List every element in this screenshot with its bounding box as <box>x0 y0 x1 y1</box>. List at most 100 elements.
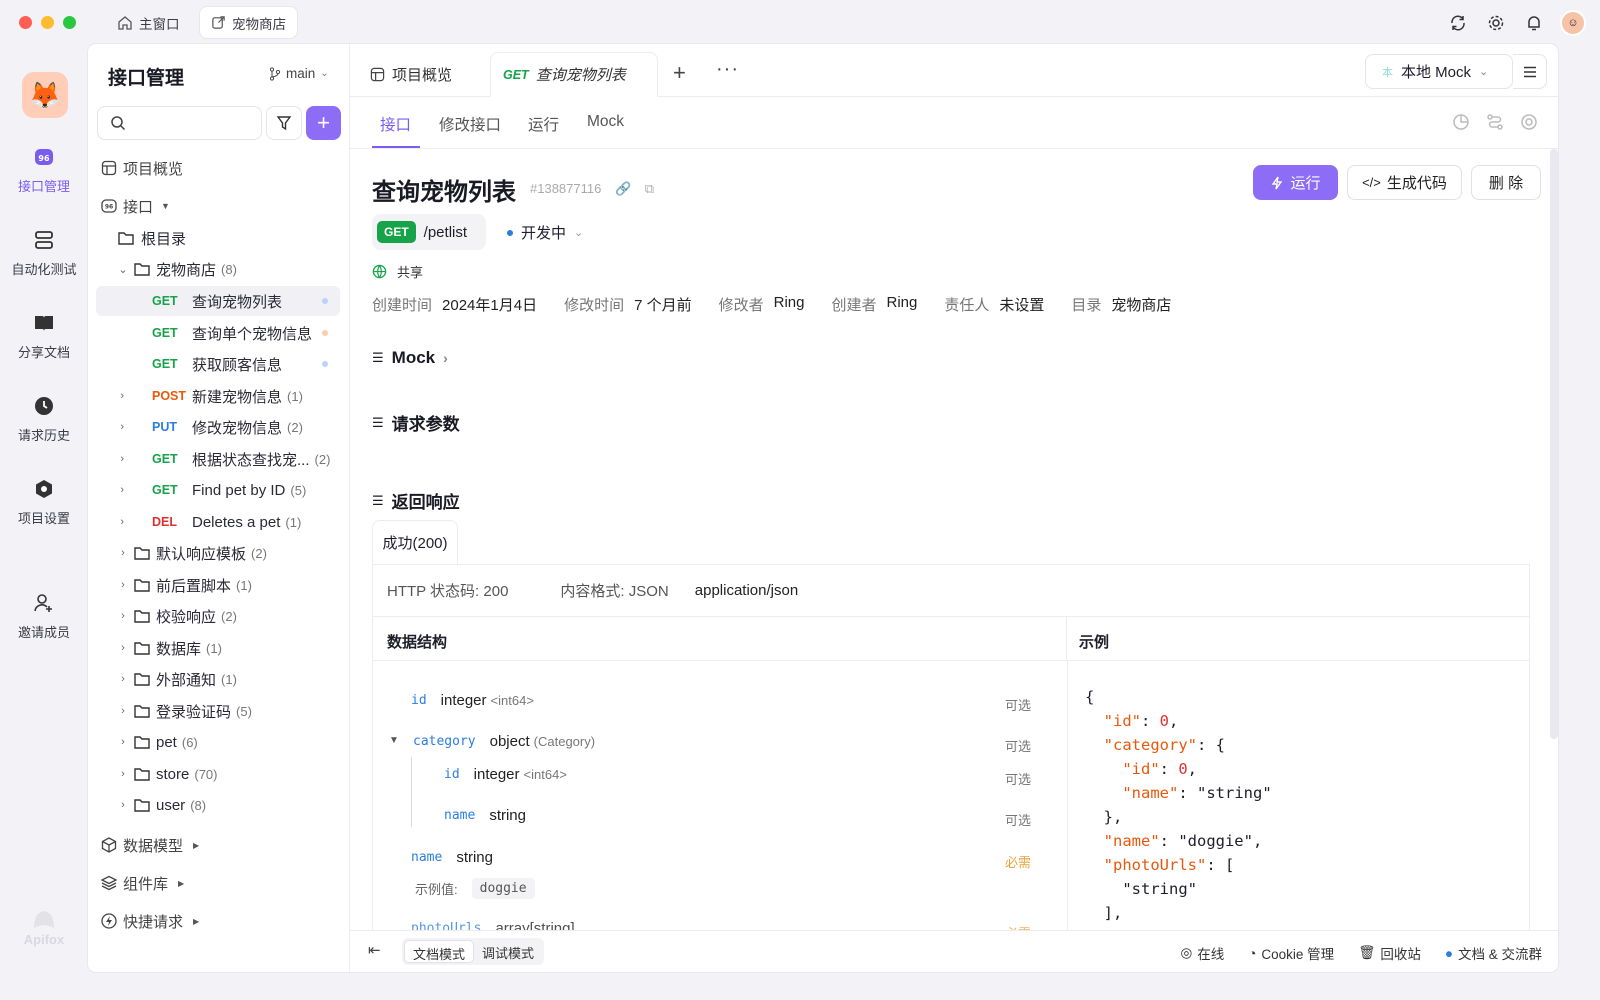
rail-item-api-management[interactable]: 96 接口管理 <box>0 144 88 195</box>
tree-item-overview[interactable]: 项目概览 <box>96 153 340 183</box>
tree-item-quick-requests[interactable]: 快捷请求 ▶ <box>96 906 340 936</box>
rail-label: 分享文档 <box>17 345 70 360</box>
filter-icon <box>276 116 292 131</box>
folder-icon <box>134 579 150 592</box>
folder-item[interactable]: › 外部通知 (1) <box>116 664 340 694</box>
rail-item-invite[interactable]: 邀请成员 <box>0 590 88 641</box>
bell-icon[interactable] <box>1522 11 1546 35</box>
run-button[interactable]: 运行 <box>1253 165 1338 200</box>
folder-item[interactable]: › 数据库 (1) <box>116 633 340 663</box>
environment-selector[interactable]: 本 本地 Mock ⌄ <box>1365 54 1513 89</box>
folder-item[interactable]: › 默认响应模板 (2) <box>116 538 340 568</box>
search-input[interactable] <box>97 106 262 140</box>
maximize-window-button[interactable] <box>63 15 76 29</box>
doc-mode-button[interactable]: 文档模式 <box>404 940 475 963</box>
response-tab-200[interactable]: 成功(200) <box>372 520 458 564</box>
tree-count: (1) <box>221 671 237 687</box>
settings-icon[interactable] <box>1484 11 1508 35</box>
debug-mode-button[interactable]: 调试模式 <box>474 940 542 963</box>
link-icon[interactable]: 🔗 <box>615 181 631 196</box>
tree-item-petstore[interactable]: ⌄ 宠物商店 (8) <box>116 254 340 284</box>
endpoint-label: Deletes a pet <box>192 513 281 531</box>
generate-code-button[interactable]: </> 生成代码 <box>1347 165 1462 200</box>
svg-text:96: 96 <box>105 204 113 211</box>
share-flow-icon[interactable] <box>1486 113 1504 134</box>
endpoint-item[interactable]: GET 查询宠物列表 <box>96 286 340 316</box>
tree-count: (5) <box>290 482 307 498</box>
bottom-bar: ⇤ 文档模式 调试模式 ◎ 在线 ◔ Cookie 管理 🗑 回收站 ● 文档 & 交流… <box>350 930 1558 972</box>
folder-item[interactable]: › 校验响应 (2) <box>116 601 340 631</box>
folder-icon <box>134 705 150 718</box>
meta-value: 7 个月前 <box>634 297 692 314</box>
tree-item-data-models[interactable]: 数据模型 ▶ <box>96 830 340 860</box>
tab-petstore[interactable]: 宠物商店 <box>200 7 297 38</box>
field-type: string <box>489 807 526 824</box>
chevron-right-icon: › <box>120 390 124 402</box>
tree-item-root[interactable]: 根目录 <box>118 223 340 253</box>
endpoint-group[interactable]: › PUT 修改宠物信息 (2) <box>96 412 340 442</box>
subtab-edit[interactable]: 修改接口 <box>439 113 501 135</box>
add-button[interactable]: + <box>306 106 341 140</box>
more-tabs-button[interactable]: ··· <box>716 58 739 81</box>
rail-item-project-settings[interactable]: 项目设置 <box>0 476 88 527</box>
filter-button[interactable] <box>266 106 302 140</box>
schema-field-name[interactable]: name string <box>403 848 493 867</box>
tab-project-overview[interactable]: 项目概览 <box>358 52 464 97</box>
chevron-right-icon: › <box>121 705 125 717</box>
new-tab-button[interactable]: + <box>673 60 686 86</box>
subtab-api[interactable]: 接口 <box>380 113 411 135</box>
endpoint-group[interactable]: › POST 新建宠物信息 (1) <box>96 381 340 411</box>
minimize-window-button[interactable] <box>41 15 54 29</box>
chart-icon[interactable] <box>1452 113 1470 134</box>
folder-icon <box>134 768 150 781</box>
project-logo[interactable]: 🦊 <box>22 72 68 118</box>
env-menu-button[interactable] <box>1513 54 1547 89</box>
status-selector[interactable]: 开发中 ⌄ <box>507 222 583 243</box>
folder-item[interactable]: › store (70) <box>116 759 340 789</box>
endpoint-group[interactable]: › DEL Deletes a pet (1) <box>96 507 340 537</box>
schema-field-category[interactable]: category object (Category) <box>405 732 595 751</box>
schema-field-category-id[interactable]: id integer <int64> <box>436 765 567 784</box>
trash[interactable]: 🗑 回收站 <box>1358 943 1421 963</box>
endpoint-label: 获取顾客信息 <box>192 356 283 374</box>
tab-main-window[interactable]: 主窗口 <box>106 7 191 38</box>
rail-item-share-docs[interactable]: 分享文档 <box>0 310 88 361</box>
scrollbar[interactable] <box>1550 149 1558 739</box>
docs-community[interactable]: ● 文档 & 交流群 <box>1445 943 1542 963</box>
endpoint-group[interactable]: › GET Find pet by ID (5) <box>96 475 340 505</box>
content-format: 内容格式: JSON <box>560 583 669 600</box>
folder-item[interactable]: › user (8) <box>116 790 340 820</box>
endpoint-item[interactable]: GET 查询单个宠物信息 <box>96 318 340 348</box>
endpoint-item[interactable]: GET 获取顾客信息 <box>96 349 340 379</box>
sync-icon[interactable] <box>1446 11 1470 35</box>
method-path[interactable]: GET /petlist <box>372 214 486 250</box>
collapse-sidebar-icon[interactable]: ⇤ <box>368 941 381 959</box>
folder-item[interactable]: › 登录验证码 (5) <box>116 696 340 726</box>
rail-item-history[interactable]: 请求历史 <box>0 393 88 444</box>
endpoint-group[interactable]: › GET 根据状态查找宠... (2) <box>96 444 340 474</box>
subtab-run[interactable]: 运行 <box>528 113 559 135</box>
endpoint-label: 修改宠物信息 <box>192 419 283 437</box>
example-chip: doggie <box>471 878 535 899</box>
branch-selector[interactable]: main ⌄ <box>269 66 329 81</box>
folder-icon <box>134 673 150 686</box>
folder-icon <box>134 547 150 560</box>
settings-icon[interactable] <box>1520 113 1538 134</box>
schema-field-category-name[interactable]: name string <box>436 806 526 825</box>
schema-field-id[interactable]: id integer <int64> <box>403 691 534 710</box>
caret-down-icon[interactable]: ▼ <box>389 735 399 746</box>
user-avatar[interactable]: ☺ <box>1560 10 1586 36</box>
online-status[interactable]: ◎ 在线 <box>1180 943 1224 963</box>
delete-button[interactable]: 删 除 <box>1471 165 1541 200</box>
cookie-manager[interactable]: ◔ Cookie 管理 <box>1248 943 1334 963</box>
close-window-button[interactable] <box>19 15 32 29</box>
copy-icon[interactable]: ⧉ <box>645 181 654 196</box>
subtab-mock[interactable]: Mock <box>587 113 624 131</box>
tree-item-api[interactable]: 96 接口 ▼ <box>96 191 340 221</box>
rail-item-automation[interactable]: 自动化测试 <box>0 227 88 278</box>
tree-item-components[interactable]: 组件库 ▶ <box>96 868 340 898</box>
section-mock[interactable]: ☰ Mock › <box>372 348 448 368</box>
folder-item[interactable]: › 前后置脚本 (1) <box>116 570 340 600</box>
tab-current-api[interactable]: GET 查询宠物列表 <box>490 52 658 97</box>
folder-item[interactable]: › pet (6) <box>116 727 340 757</box>
